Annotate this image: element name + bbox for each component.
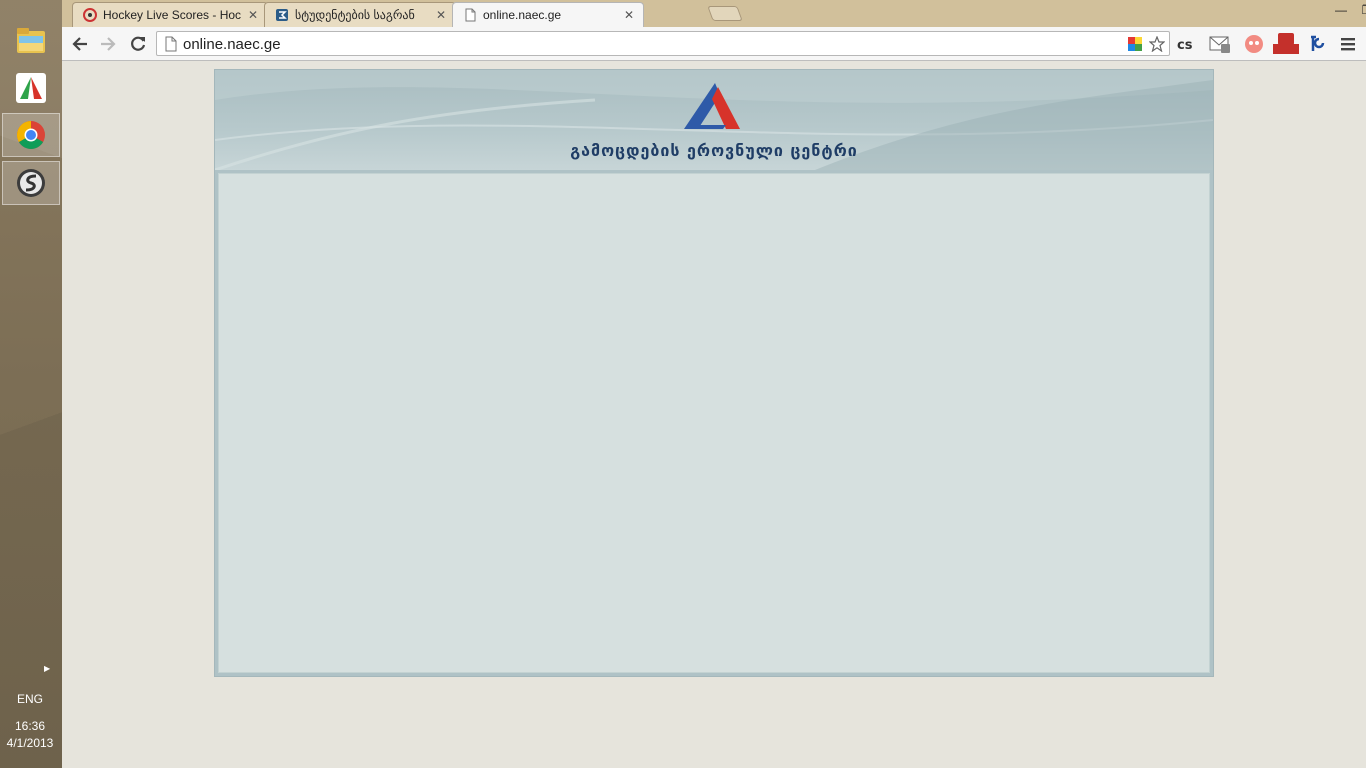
triangle-app-icon [16, 73, 46, 103]
sigma-app-icon [17, 169, 45, 197]
face-extension[interactable] [1242, 32, 1266, 56]
ext-face-icon [1245, 35, 1263, 53]
hamburger-menu-icon [1341, 38, 1355, 51]
tab-title: Hockey Live Scores - Hoc [103, 8, 241, 22]
tab-hockey-live-scores[interactable]: Hockey Live Scores - Hoc ✕ [72, 2, 268, 27]
show-hidden-icons-arrow[interactable]: ▶ [44, 664, 50, 676]
chrome-menu-button[interactable] [1336, 32, 1360, 56]
site-header: გამოცდების ეროვნული ცენტრი [215, 70, 1213, 170]
site-title: გამოცდების ეროვნული ცენტრი [570, 141, 858, 160]
hockey-favicon [83, 8, 97, 22]
tab-title: online.naec.ge [483, 8, 562, 22]
georgian-site-favicon [276, 9, 288, 21]
clock-date[interactable]: 4/1/2013 [0, 736, 60, 750]
tab-close-icon[interactable]: ✕ [623, 8, 635, 22]
youtube-counter-icon [1273, 33, 1299, 54]
clock-time[interactable]: 16:36 [0, 719, 60, 733]
svg-text:cs: cs [1177, 38, 1193, 51]
address-bar[interactable]: online.naec.ge [156, 31, 1170, 56]
chrome-icon [17, 121, 45, 149]
tab-title: სტუდენტების საგრან [295, 8, 415, 22]
browser-toolbar: online.naec.ge cs [62, 27, 1366, 61]
minimize-button[interactable]: — [1328, 0, 1354, 20]
gmail-notifier-extension[interactable] [1208, 32, 1232, 56]
forward-button[interactable] [96, 32, 120, 56]
tab-georgian-site[interactable]: სტუდენტების საგრან ✕ [264, 2, 456, 27]
back-button[interactable] [68, 32, 92, 56]
lastpass-extension[interactable]: cs [1176, 32, 1200, 56]
bookmark-star-icon[interactable] [1149, 36, 1165, 52]
address-bar-url[interactable]: online.naec.ge [183, 36, 281, 53]
badge-extension[interactable] [1306, 32, 1330, 56]
tab-online-naec[interactable]: online.naec.ge ✕ [452, 2, 644, 27]
forward-arrow-icon [101, 37, 116, 51]
gmail-notifier-icon [1209, 36, 1230, 53]
youtube-counter-extension[interactable] [1272, 32, 1300, 56]
reload-button[interactable] [126, 32, 150, 56]
page-viewport: გამოცდების ეროვნული ცენტრი [62, 62, 1366, 768]
color-picker-extension-icon[interactable] [1127, 36, 1143, 52]
back-arrow-icon [72, 37, 87, 51]
file-explorer-icon [17, 28, 45, 53]
naec-site-container: გამოცდების ეროვნული ცენტრი [214, 69, 1214, 677]
sigma-app-taskbar-button[interactable] [2, 161, 60, 205]
file-explorer-taskbar-button[interactable] [2, 18, 60, 62]
triangle-app-taskbar-button[interactable] [2, 66, 60, 110]
page-info-icon[interactable] [165, 36, 177, 52]
windows-taskbar: ▶ ENG 16:36 4/1/2013 [0, 0, 62, 768]
browser-tab-strip: Hockey Live Scores - Hoc ✕ სტუდენტების ს… [62, 0, 1366, 27]
chrome-taskbar-button[interactable] [2, 113, 60, 157]
input-language[interactable]: ENG [0, 692, 60, 706]
naec-logo [684, 83, 740, 129]
site-content-area [218, 173, 1210, 673]
ext-badge-icon [1311, 35, 1325, 51]
reload-icon [131, 36, 146, 51]
page-icon [465, 8, 476, 22]
tab-close-icon[interactable]: ✕ [435, 8, 447, 22]
tab-close-icon[interactable]: ✕ [247, 8, 259, 22]
lastpass-icon: cs [1177, 38, 1193, 51]
new-tab-button[interactable] [707, 6, 743, 21]
maximize-button[interactable]: ❐ [1354, 0, 1366, 20]
